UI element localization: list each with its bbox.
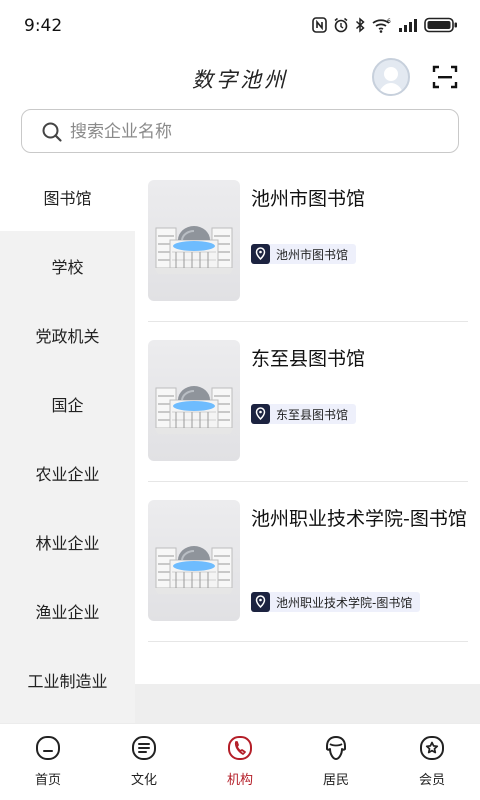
institution-name: 池州职业技术学院-图书馆 — [251, 508, 467, 530]
sidebar-item-agriculture[interactable]: 农业企业 — [0, 438, 135, 507]
tab-label: 文化 — [130, 773, 157, 788]
status-time: 9:42 — [24, 16, 63, 36]
tab-label: 首页 — [34, 773, 61, 788]
signal-icon — [399, 19, 417, 32]
location-pin-icon — [251, 404, 270, 424]
bluetooth-icon — [355, 17, 365, 33]
tab-label: 会员 — [418, 773, 445, 788]
institution-list: 池州市图书馆 池州市图书馆 东至县图书馆 东至县图书馆 池州职业技术学院-图书馆… — [135, 162, 480, 684]
alarm-icon — [334, 17, 348, 33]
list-item[interactable]: 池州市图书馆 池州市图书馆 — [148, 162, 468, 322]
residents-icon — [326, 736, 346, 760]
tab-home[interactable]: 首页 — [0, 734, 96, 796]
tab-member[interactable]: 会员 — [384, 734, 480, 796]
battery-icon — [424, 17, 457, 33]
member-icon — [420, 736, 444, 760]
location-label: 池州职业技术学院-图书馆 — [276, 595, 413, 610]
location-tag: 池州职业技术学院-图书馆 — [251, 592, 421, 612]
home-icon — [36, 736, 60, 760]
nfc-icon — [312, 17, 327, 33]
status-icons: 6 — [312, 17, 458, 33]
tab-residents[interactable]: 居民 — [288, 734, 384, 796]
user-avatar-icon[interactable] — [372, 58, 410, 96]
wifi-6-icon: 6 — [372, 18, 391, 33]
tab-institution[interactable]: 机构 — [192, 734, 288, 796]
app-header: 数字池州 — [0, 54, 480, 104]
sidebar-item-school[interactable]: 学校 — [0, 231, 135, 300]
location-label: 池州市图书馆 — [276, 247, 349, 262]
bottom-tab-bar: 首页 文化 机构 居民 会员 — [0, 723, 480, 800]
sidebar-item-fishery[interactable]: 渔业企业 — [0, 576, 135, 645]
category-sidebar: 图书馆 学校 党政机关 国企 农业企业 林业企业 渔业企业 工业制造业 — [0, 162, 135, 723]
sidebar-item-manufacturing[interactable]: 工业制造业 — [0, 645, 135, 714]
location-pin-icon — [251, 592, 270, 612]
location-pin-icon — [251, 244, 270, 264]
search-icon — [42, 122, 62, 142]
search-box[interactable] — [21, 109, 459, 153]
sidebar-item-state-enterprise[interactable]: 国企 — [0, 369, 135, 438]
tab-label: 居民 — [322, 773, 349, 788]
culture-icon — [132, 736, 156, 760]
sidebar-item-library[interactable]: 图书馆 — [0, 162, 135, 231]
list-item[interactable]: 东至县图书馆 东至县图书馆 — [148, 322, 468, 482]
library-building-image — [148, 180, 240, 301]
tab-culture[interactable]: 文化 — [96, 734, 192, 796]
institution-name: 东至县图书馆 — [251, 348, 366, 370]
content-area: 图书馆 学校 党政机关 国企 农业企业 林业企业 渔业企业 工业制造业 池州市图… — [0, 162, 480, 723]
institution-icon — [228, 736, 252, 760]
location-label: 东至县图书馆 — [276, 407, 349, 422]
location-tag: 东至县图书馆 — [251, 404, 357, 424]
library-building-image — [148, 340, 240, 461]
svg-text:6: 6 — [387, 18, 391, 25]
scan-icon[interactable] — [432, 64, 458, 90]
search-input[interactable] — [70, 118, 440, 146]
location-tag: 池州市图书馆 — [251, 244, 357, 264]
tab-label: 机构 — [226, 773, 253, 788]
sidebar-item-government[interactable]: 党政机关 — [0, 300, 135, 369]
status-bar: 9:42 6 — [0, 0, 480, 54]
list-item[interactable]: 池州职业技术学院-图书馆 池州职业技术学院-图书馆 — [148, 482, 468, 642]
institution-name: 池州市图书馆 — [251, 188, 366, 210]
sidebar-item-forestry[interactable]: 林业企业 — [0, 507, 135, 576]
library-building-image — [148, 500, 240, 621]
